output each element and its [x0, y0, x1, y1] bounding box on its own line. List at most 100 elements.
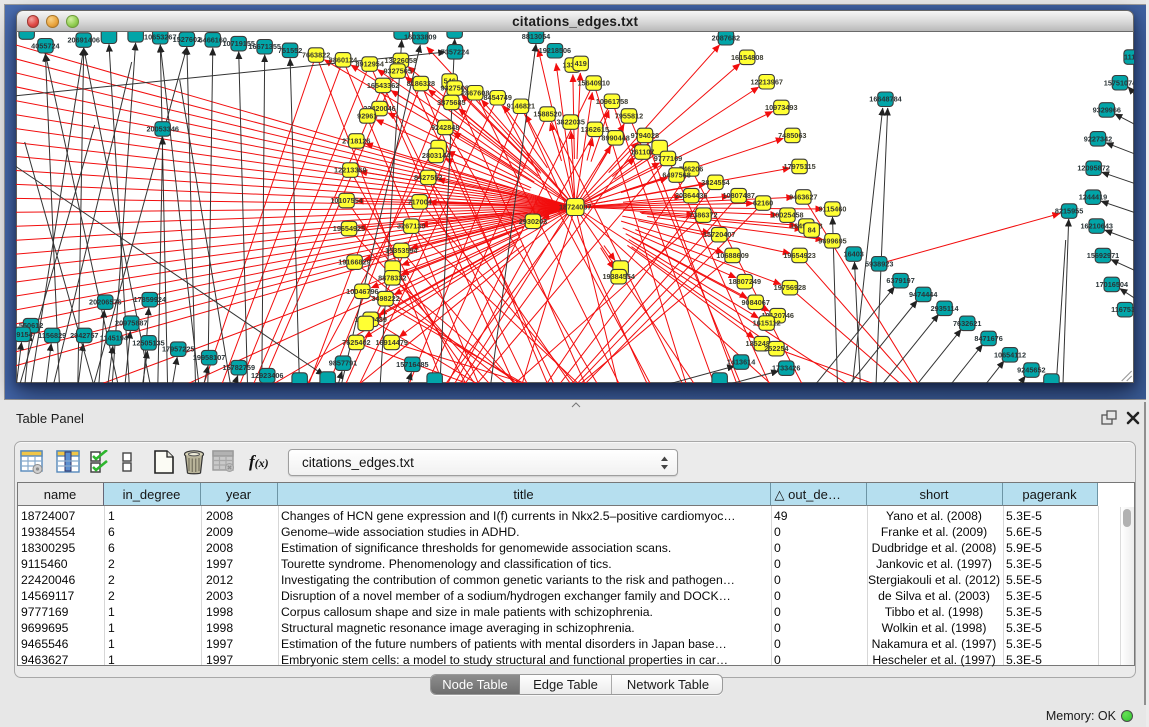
- svg-text:2935114: 2935114: [931, 304, 960, 313]
- svg-text:9474444: 9474444: [909, 290, 938, 299]
- svg-text:9794028: 9794028: [631, 131, 659, 140]
- svg-text:7386372: 7386372: [689, 211, 717, 220]
- svg-text:8912954: 8912954: [356, 60, 385, 69]
- svg-text:3875685: 3875685: [437, 98, 465, 107]
- svg-text:16403: 16403: [844, 250, 864, 259]
- svg-text:17957225: 17957225: [162, 345, 194, 354]
- svg-text:16914479: 16914479: [376, 338, 408, 347]
- svg-text:1145194: 1145194: [100, 334, 129, 343]
- svg-text:9463627: 9463627: [789, 192, 817, 201]
- svg-text:8813054: 8813054: [522, 32, 551, 41]
- svg-text:19384554: 19384554: [603, 272, 636, 281]
- svg-text:19756928: 19756928: [774, 283, 806, 292]
- svg-text:15692971: 15692971: [1087, 251, 1119, 260]
- svg-text:15353594: 15353594: [385, 246, 418, 255]
- svg-text:9115460: 9115460: [819, 205, 847, 214]
- svg-text:17859924: 17859924: [134, 295, 167, 304]
- svg-text:4055724: 4055724: [31, 41, 60, 50]
- svg-text:8860124: 8860124: [329, 55, 358, 64]
- svg-text:1167533: 1167533: [1111, 305, 1134, 314]
- svg-text:12505135: 12505135: [133, 338, 165, 347]
- svg-text:1156829: 1156829: [38, 331, 66, 340]
- svg-text:15640910: 15640910: [578, 79, 610, 88]
- svg-text:84: 84: [808, 226, 817, 235]
- svg-text:7485063: 7485063: [778, 131, 806, 140]
- svg-text:161107: 161107: [631, 148, 655, 157]
- svg-text:6379197: 6379197: [887, 276, 915, 285]
- svg-text:2718126: 2718126: [342, 136, 370, 145]
- svg-text:10107554: 10107554: [331, 196, 364, 205]
- svg-text:9327505: 9327505: [384, 67, 412, 76]
- svg-text:15751074: 15751074: [1104, 78, 1134, 87]
- svg-text:252254: 252254: [765, 344, 790, 353]
- svg-text:17016504: 17016504: [1096, 280, 1129, 289]
- svg-text:1413614: 1413614: [727, 358, 756, 367]
- svg-text:15716485: 15716485: [396, 360, 428, 369]
- svg-text:8471676: 8471676: [975, 334, 1003, 343]
- svg-text:9245652: 9245652: [1017, 366, 1045, 375]
- svg-text:18724007: 18724007: [559, 203, 591, 212]
- svg-text:12923406: 12923406: [251, 371, 283, 380]
- svg-text:8215955: 8215955: [1055, 207, 1083, 216]
- svg-text:10807487: 10807487: [723, 191, 755, 200]
- svg-text:9329966: 9329966: [1093, 105, 1121, 114]
- svg-text:9777169: 9777169: [654, 154, 682, 163]
- svg-text:8878332: 8878332: [378, 273, 406, 282]
- svg-text:12095872: 12095872: [1078, 164, 1110, 173]
- svg-text:1733426: 1733426: [772, 364, 800, 373]
- svg-text:18807249: 18807249: [729, 277, 761, 286]
- svg-text:19166829: 19166829: [339, 258, 371, 267]
- svg-text:1244419: 1244419: [1079, 193, 1107, 202]
- svg-text:9227342: 9227342: [1084, 134, 1112, 143]
- svg-text:9242848: 9242848: [431, 123, 459, 132]
- svg-text:16154808: 16154808: [731, 53, 763, 62]
- svg-text:20364436: 20364436: [675, 191, 707, 200]
- svg-text:19218506: 19218506: [539, 46, 571, 55]
- svg-text:717004: 717004: [408, 197, 433, 206]
- svg-text:19654925: 19654925: [333, 224, 365, 233]
- svg-text:9084067: 9084067: [742, 298, 770, 307]
- svg-text:7632621: 7632621: [953, 319, 981, 328]
- svg-text:8186328: 8186328: [407, 79, 435, 88]
- svg-text:16210643: 16210643: [1081, 222, 1113, 231]
- svg-text:92961: 92961: [357, 111, 377, 120]
- svg-text:5938923: 5938923: [865, 259, 893, 268]
- svg-text:10688609: 10688609: [717, 251, 749, 260]
- svg-text:17975115: 17975115: [784, 162, 816, 171]
- svg-text:10653267: 10653267: [144, 32, 176, 41]
- svg-text:12213369: 12213369: [334, 166, 366, 175]
- svg-text:9857791: 9857791: [329, 359, 357, 368]
- svg-text:419: 419: [575, 59, 587, 68]
- svg-text:3498222: 3498222: [372, 294, 400, 303]
- svg-text:7663822: 7663822: [302, 51, 330, 60]
- svg-text:2803144: 2803144: [422, 151, 451, 160]
- svg-text:2942757: 2942757: [70, 331, 98, 340]
- svg-text:7625402: 7625402: [342, 338, 370, 347]
- svg-text:7357224: 7357224: [441, 47, 470, 56]
- svg-text:16033809: 16033809: [404, 32, 436, 41]
- svg-text:20206576: 20206576: [89, 298, 121, 307]
- svg-text:12213967: 12213967: [751, 77, 783, 86]
- svg-text:8427552: 8427552: [414, 173, 442, 182]
- svg-text:3267130: 3267130: [397, 222, 425, 231]
- svg-text:1527602: 1527602: [173, 35, 201, 44]
- svg-text:62160: 62160: [753, 199, 773, 208]
- svg-text:15720407: 15720407: [703, 230, 735, 239]
- svg-text:9699695: 9699695: [819, 236, 847, 245]
- svg-text:20975887: 20975887: [115, 319, 147, 328]
- svg-text:16543362: 16543362: [367, 81, 399, 90]
- svg-text:6497568: 6497568: [663, 171, 691, 180]
- svg-text:2087682: 2087682: [712, 33, 740, 42]
- svg-text:751552: 751552: [278, 46, 302, 55]
- svg-text:10654112: 10654112: [994, 350, 1026, 359]
- svg-text:20691406: 20691406: [68, 36, 100, 45]
- svg-text:1615112: 1615112: [753, 319, 781, 328]
- svg-text:20053346: 20053346: [147, 124, 179, 133]
- svg-text:9146821: 9146821: [507, 102, 535, 111]
- svg-text:10961758: 10961758: [596, 97, 628, 106]
- svg-text:8990448: 8990448: [602, 133, 630, 142]
- svg-text:39154: 39154: [16, 330, 34, 339]
- svg-text:10973493: 10973493: [765, 103, 797, 112]
- svg-text:16671355: 16671355: [249, 42, 281, 51]
- svg-text:10025458: 10025458: [771, 211, 803, 220]
